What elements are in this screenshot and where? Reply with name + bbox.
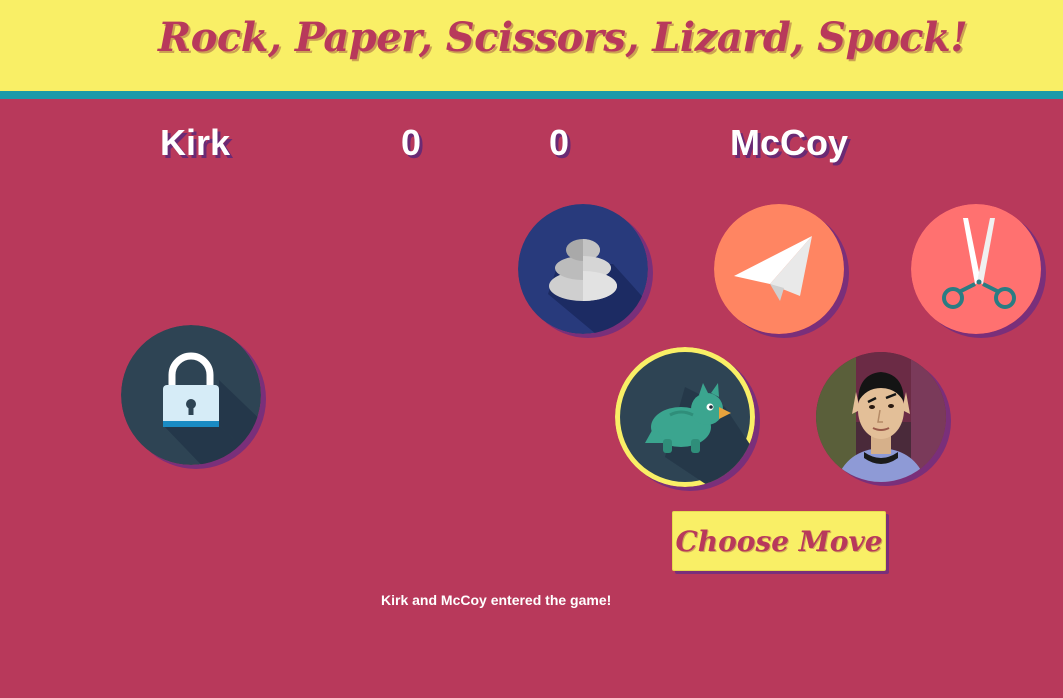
lock-icon <box>121 325 261 465</box>
header-bar: Rock, Paper, Scissors, Lizard, Spock! <box>0 0 1063 91</box>
move-spock-button[interactable] <box>816 352 946 482</box>
scissors-icon <box>911 204 1041 334</box>
status-message: Kirk and McCoy entered the game! <box>381 592 612 608</box>
move-scissors-button[interactable] <box>911 204 1041 334</box>
spock-portrait <box>816 352 946 482</box>
lizard-icon <box>615 347 755 487</box>
paper-plane-icon <box>714 204 844 334</box>
right-player-name: McCoy <box>730 122 849 163</box>
move-rock-button[interactable] <box>518 204 648 334</box>
right-player-score: 0 <box>549 122 570 163</box>
move-lizard-button[interactable] <box>615 347 755 487</box>
header-stripe <box>0 91 1063 99</box>
left-move-locked <box>121 325 261 465</box>
left-player-score: 0 <box>401 122 422 163</box>
choose-move-button[interactable]: Choose Move <box>672 511 886 571</box>
rock-icon <box>518 204 648 334</box>
game-title: Rock, Paper, Scissors, Lizard, Spock! <box>158 14 968 61</box>
left-player-name: Kirk <box>160 122 231 163</box>
move-paper-button[interactable] <box>714 204 844 334</box>
